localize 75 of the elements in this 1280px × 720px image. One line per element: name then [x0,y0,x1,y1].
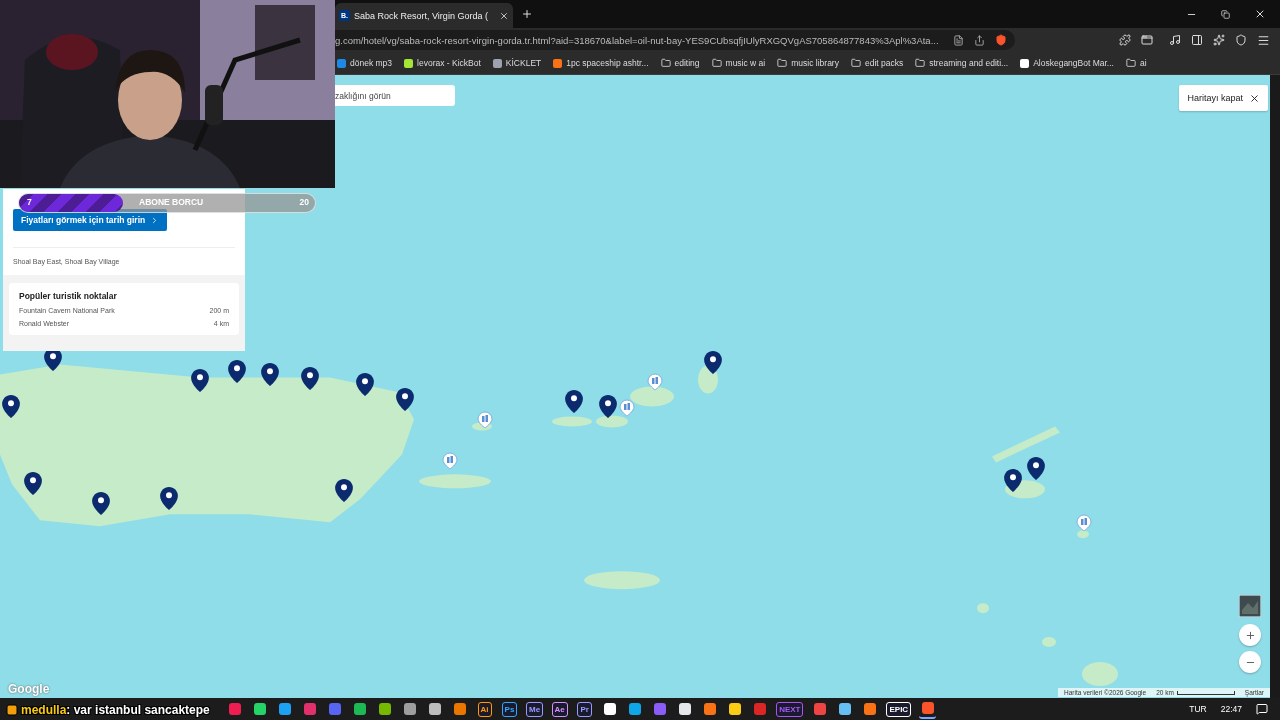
shield-icon[interactable] [995,34,1007,46]
goal-label: ABONE BORCU [139,197,204,207]
folder-icon [915,58,926,68]
map-pin-icon[interactable] [191,369,209,392]
map-pin-icon[interactable] [301,367,319,390]
folder-icon [850,58,861,68]
building-pin-icon[interactable] [647,373,663,391]
music-icon[interactable] [1169,34,1181,46]
clock[interactable]: 22:47 [1220,704,1242,714]
map-pin-icon[interactable] [704,351,722,374]
map-pin-icon[interactable] [2,395,20,418]
bookmark[interactable]: music library [777,58,839,68]
search-field[interactable]: zaklığını görün [335,85,455,106]
taskbar-app[interactable]: Pr [576,699,594,719]
bookmark[interactable]: 1pc spaceship ashtr... [553,58,649,68]
language-indicator[interactable]: TUR [1189,704,1207,714]
map-pin-icon[interactable] [1027,457,1045,480]
bookmark[interactable]: AloskegangBot Mar... [1020,58,1114,68]
bookmark[interactable]: dönek mp3 [337,58,393,68]
restore-icon[interactable] [1221,9,1230,19]
chat-badge-icon [6,704,18,716]
map-pin-icon[interactable] [565,390,583,413]
bookmark[interactable]: edit packs [850,58,904,68]
folder-icon [777,58,788,68]
bookmark[interactable]: editing [660,58,700,68]
chat-message: medulla: var istanbul sancaktepe [21,703,210,717]
bookmark[interactable]: KİCKLET [492,58,542,68]
window-icon[interactable] [1141,34,1153,46]
map-pin-icon[interactable] [356,373,374,396]
plus-icon [1244,629,1256,641]
building-pin-icon[interactable] [477,411,493,429]
bookmark[interactable]: streaming and editi... [915,58,1009,68]
share-icon[interactable] [974,34,985,46]
taskbar-app[interactable] [919,699,937,719]
folder-icon [1125,58,1136,68]
bookmark[interactable]: levorax - KickBot [404,58,481,68]
taskbar-app[interactable]: Ai [476,699,493,719]
taskbar-app[interactable]: EPIC [886,699,912,719]
taskbar-app[interactable]: Me [526,699,544,719]
folder-icon [660,58,671,68]
goal-current: 7 [27,197,32,207]
puzzle-icon[interactable] [1119,34,1131,46]
map-pin-icon[interactable] [160,487,178,510]
map-pin-icon[interactable] [599,395,617,418]
folder-icon [711,58,722,68]
close-icon [1249,92,1260,104]
scale-bar [1176,690,1235,695]
map-pin-icon[interactable] [1004,469,1022,492]
tab-title: Saba Rock Resort, Virgin Gorda ( [354,10,488,21]
address-field[interactable]: g.com/hotel/vg/saba-rock-resort-virgin-gorda.tr.html?aid=318670&label=oil-nut-bay-YES9CUbsqfjIUlyRXGQVgAS705864877843%3Apl%3Ata... [335,30,1015,50]
sidebar-icon[interactable] [1191,34,1203,46]
menu-icon[interactable] [1257,33,1270,47]
taskbar-app[interactable]: Ps [501,699,518,719]
close-icon[interactable] [1254,8,1266,20]
building-pin-icon[interactable] [1076,514,1092,532]
map-logo: Google [8,682,50,696]
reader-icon[interactable] [953,34,964,46]
taskbar-app[interactable]: Ae [551,699,569,719]
map-pin-icon[interactable] [335,479,353,502]
bookmark[interactable]: ai [1125,58,1147,68]
card-title: Popüler turistik noktalar [19,291,118,301]
map-pin-icon[interactable] [228,360,246,383]
building-pin-icon[interactable] [442,452,458,470]
goal-target: 20 [299,197,309,207]
map-pin-icon[interactable] [396,388,414,411]
notification-icon[interactable] [1256,703,1268,715]
bookmark[interactable]: music w ai [711,58,766,68]
taskbar-app[interactable]: NEXT [776,699,804,719]
map-pin-icon[interactable] [92,492,110,515]
map-type-thumbnail[interactable] [1239,595,1261,617]
map-pin-icon[interactable] [261,363,279,386]
close-map-button[interactable]: Haritayı kapat [1179,85,1268,111]
sparkle-icon[interactable] [1213,34,1225,46]
close-icon[interactable] [499,10,509,21]
map-pin-icon[interactable] [24,472,42,495]
